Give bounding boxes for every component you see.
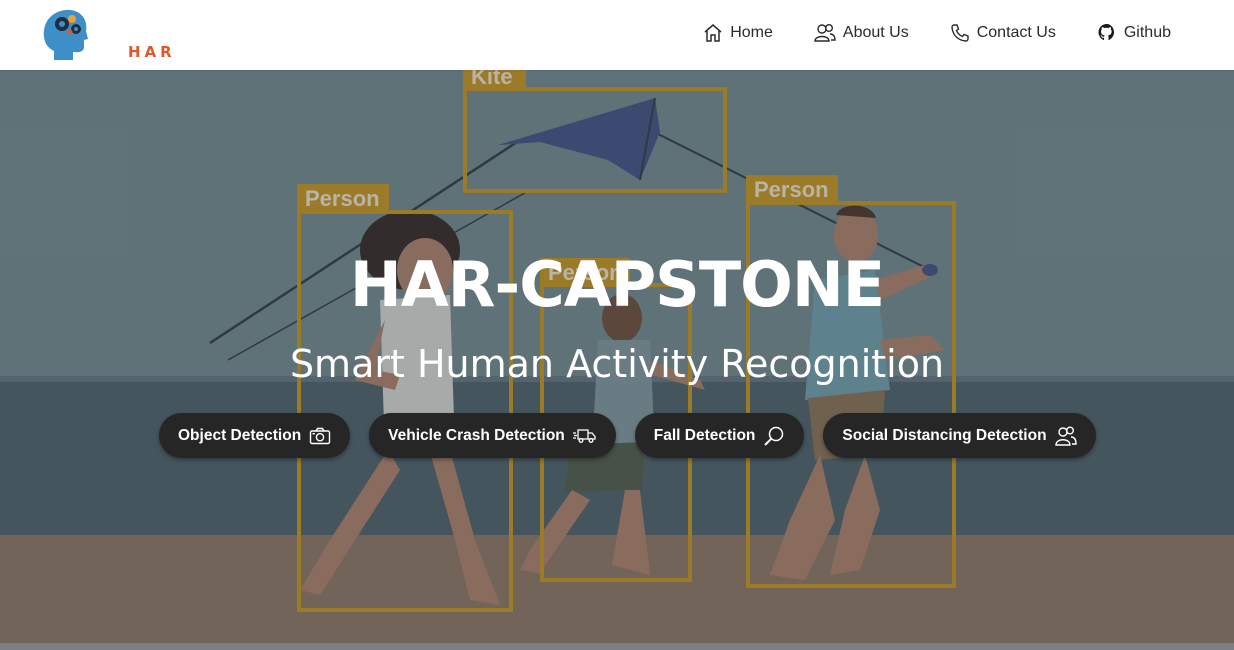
feature-buttons: Object Detection Vehicle Crash Detection… xyxy=(159,413,1096,458)
nav-contact-label: Contact Us xyxy=(976,24,1056,41)
nav-about-us[interactable]: About Us xyxy=(814,23,909,43)
main-nav: Home About Us Contact Us Github xyxy=(703,0,1171,66)
social-distancing-detection-button[interactable]: Social Distancing Detection xyxy=(823,413,1096,458)
truck-icon xyxy=(572,428,596,443)
nav-home[interactable]: Home xyxy=(703,23,773,43)
camera-icon xyxy=(309,427,331,444)
object-detection-label: Object Detection xyxy=(178,426,302,444)
logo-text: HAR xyxy=(128,43,176,61)
object-detection-button[interactable]: Object Detection xyxy=(159,413,351,458)
har-logo[interactable]: HAR xyxy=(42,7,172,61)
fall-detection-label: Fall Detection xyxy=(653,426,756,444)
navbar: HAR Home About Us Contact Us Github xyxy=(0,0,1234,70)
vehicle-crash-detection-label: Vehicle Crash Detection xyxy=(388,426,565,444)
nav-github[interactable]: Github xyxy=(1097,23,1171,43)
github-icon xyxy=(1098,24,1114,41)
phone-icon xyxy=(951,24,969,42)
fall-detection-button[interactable]: Fall Detection xyxy=(634,413,805,458)
vehicle-crash-detection-button[interactable]: Vehicle Crash Detection xyxy=(369,413,616,458)
nav-github-label: Github xyxy=(1123,24,1171,41)
social-distancing-detection-label: Social Distancing Detection xyxy=(842,426,1047,444)
bottom-strip xyxy=(0,643,1234,650)
magnifier-icon xyxy=(764,426,784,446)
people-icon xyxy=(1054,426,1077,446)
hero-title: HAR-CAPSTONE xyxy=(349,248,885,321)
nav-home-label: Home xyxy=(730,24,773,41)
nav-about-label: About Us xyxy=(842,24,909,41)
hero-section: Kite Person Person Person HAR-CAPSTONE S… xyxy=(0,70,1234,643)
hero-subtitle: Smart Human Activity Recognition xyxy=(289,342,945,386)
nav-contact-us[interactable]: Contact Us xyxy=(950,23,1056,43)
home-icon xyxy=(704,24,722,42)
users-icon xyxy=(814,24,836,42)
